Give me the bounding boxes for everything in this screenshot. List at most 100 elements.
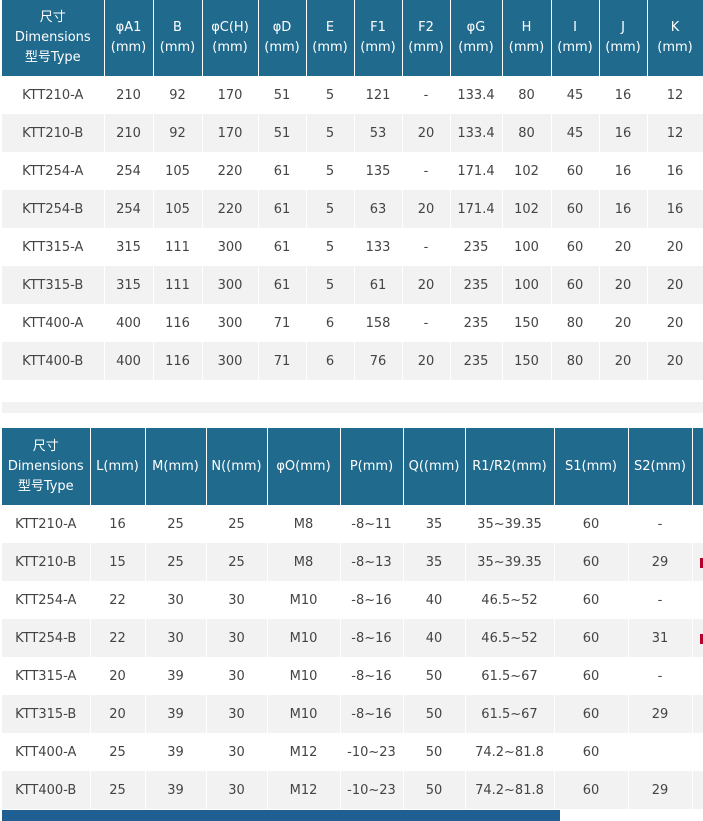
value-cell: 30 bbox=[206, 619, 268, 657]
value-cell: 61.5~67 bbox=[465, 657, 555, 695]
value-cell: 16 bbox=[647, 152, 703, 190]
value-cell: 30 bbox=[206, 657, 268, 695]
value-cell: 100 bbox=[502, 266, 552, 304]
spec-table-1-body: KTT210-A 210 92 170 51 5 121-133.4 80 45 16 12 KTT2… bbox=[2, 76, 703, 380]
table-row: KTT210-B 210 92 170 51 5 53 20 133.4 80 45 16 12 bbox=[2, 114, 703, 152]
table1-header-12: K (mm) bbox=[647, 0, 703, 76]
value-cell: 20 bbox=[402, 266, 451, 304]
value-cell: 30 bbox=[206, 771, 268, 809]
value-cell: 121 bbox=[354, 76, 403, 114]
table-row: KTT254-A 22 30 30 M10 -8~16 40 46.5~52 60- bbox=[2, 581, 703, 619]
value-cell: 60 bbox=[551, 190, 600, 228]
value-cell: 105 bbox=[153, 152, 203, 190]
model-cell: KTT254-B bbox=[2, 619, 91, 657]
value-cell: -8~13 bbox=[340, 543, 404, 581]
value-cell: 53 bbox=[354, 114, 403, 152]
value-cell: 25 bbox=[145, 505, 207, 543]
table2-header-0: 尺寸 Dimensions 型号Type bbox=[2, 428, 91, 505]
model-cell: KTT400-B bbox=[2, 771, 91, 809]
value-cell: -10~23 bbox=[340, 733, 404, 771]
value-cell: 16 bbox=[599, 76, 648, 114]
value-cell: 20 bbox=[647, 304, 703, 342]
value-cell: 76 bbox=[354, 342, 403, 380]
table-row: KTT400-B 25 39 30 M12 -10~23 50 74.2~81.8 60 29 bbox=[2, 771, 703, 809]
model-cell: KTT400-B bbox=[2, 342, 105, 380]
value-cell: 39 bbox=[145, 695, 207, 733]
value-cell bbox=[692, 733, 703, 771]
model-cell: KTT254-A bbox=[2, 152, 105, 190]
model-cell: KTT315-A bbox=[2, 657, 91, 695]
value-cell: 74.2~81.8 bbox=[465, 733, 555, 771]
section-separator bbox=[2, 402, 703, 413]
value-cell: 60 bbox=[554, 543, 629, 581]
value-cell: 80 bbox=[551, 342, 600, 380]
value-cell: 102 bbox=[502, 152, 552, 190]
value-cell: 16 bbox=[647, 190, 703, 228]
horizontal-scrollbar-thumb[interactable] bbox=[2, 810, 560, 821]
value-cell: 25 bbox=[145, 543, 207, 581]
value-cell: M8 bbox=[267, 505, 341, 543]
value-cell: 150 bbox=[502, 342, 552, 380]
value-cell: 60 bbox=[551, 266, 600, 304]
value-cell: - bbox=[402, 304, 451, 342]
value-cell: 400 bbox=[104, 342, 154, 380]
value-cell: 35~39.35 bbox=[465, 543, 555, 581]
value-cell: 5 bbox=[306, 266, 355, 304]
table-row: KTT210-B 15 25 25 M8 -8~13 35 35~39.35 60 29 bbox=[2, 543, 703, 581]
value-cell: - bbox=[402, 76, 451, 114]
value-cell: 25 bbox=[206, 505, 268, 543]
value-cell: 5 bbox=[306, 190, 355, 228]
value-cell: 116 bbox=[153, 342, 203, 380]
value-cell: 60 bbox=[554, 657, 629, 695]
value-cell: - bbox=[402, 228, 451, 266]
value-cell: 210 bbox=[104, 114, 154, 152]
value-cell: -8~16 bbox=[340, 619, 404, 657]
value-cell: 235 bbox=[450, 266, 503, 304]
value-cell bbox=[692, 505, 703, 543]
value-cell: 40 bbox=[403, 581, 466, 619]
value-cell bbox=[692, 695, 703, 733]
value-cell: 102 bbox=[502, 190, 552, 228]
value-cell: 20 bbox=[90, 657, 146, 695]
value-cell: 116 bbox=[153, 304, 203, 342]
value-cell: 158 bbox=[354, 304, 403, 342]
value-cell: - bbox=[402, 152, 451, 190]
model-cell: KTT400-A bbox=[2, 304, 105, 342]
table-row: KTT210-A 210 92 170 51 5 121-133.4 80 45 16 12 bbox=[2, 76, 703, 114]
table-row: KTT315-A 20 39 30 M10 -8~16 50 61.5~67 60- bbox=[2, 657, 703, 695]
value-cell: 60 bbox=[554, 695, 629, 733]
value-cell: -8~16 bbox=[340, 581, 404, 619]
value-cell: 74.2~81.8 bbox=[465, 771, 555, 809]
value-cell: 39 bbox=[145, 733, 207, 771]
value-cell: 35~39.35 bbox=[465, 505, 555, 543]
value-cell: - bbox=[628, 505, 693, 543]
value-cell: 45 bbox=[551, 114, 600, 152]
value-cell: 71 bbox=[258, 304, 307, 342]
value-cell: 30 bbox=[206, 733, 268, 771]
value-cell: 20 bbox=[402, 114, 451, 152]
value-cell: 5 bbox=[306, 76, 355, 114]
value-cell: 20 bbox=[599, 266, 648, 304]
table1-header-5: E (mm) bbox=[306, 0, 355, 76]
value-cell: 25 bbox=[90, 733, 146, 771]
table1-header-11: J (mm) bbox=[599, 0, 648, 76]
table-row: KTT254-B 22 30 30 M10 -8~16 40 46.5~52 60 31 bbox=[2, 619, 703, 657]
value-cell: 60 bbox=[554, 771, 629, 809]
value-cell: 71 bbox=[258, 342, 307, 380]
value-cell: 6 bbox=[306, 342, 355, 380]
model-cell: KTT254-B bbox=[2, 190, 105, 228]
table1-header-10: I (mm) bbox=[551, 0, 600, 76]
value-cell: 61 bbox=[258, 228, 307, 266]
value-cell: M10 bbox=[267, 581, 341, 619]
value-cell: 60 bbox=[551, 228, 600, 266]
value-cell: 31 bbox=[628, 619, 693, 657]
model-cell: KTT210-A bbox=[2, 505, 91, 543]
spec-table-2-wrapper[interactable]: 尺寸 Dimensions 型号Type L(mm) M(mm) N((mm) φO(mm)… bbox=[2, 428, 703, 821]
value-cell: 220 bbox=[202, 190, 259, 228]
value-cell: 30 bbox=[145, 619, 207, 657]
value-cell: 133.4 bbox=[450, 76, 503, 114]
model-cell: KTT210-B bbox=[2, 114, 105, 152]
table2-header-3: N((mm) bbox=[206, 428, 268, 505]
value-cell: 15 bbox=[90, 543, 146, 581]
table1-header-1: φA1 (mm) bbox=[104, 0, 154, 76]
